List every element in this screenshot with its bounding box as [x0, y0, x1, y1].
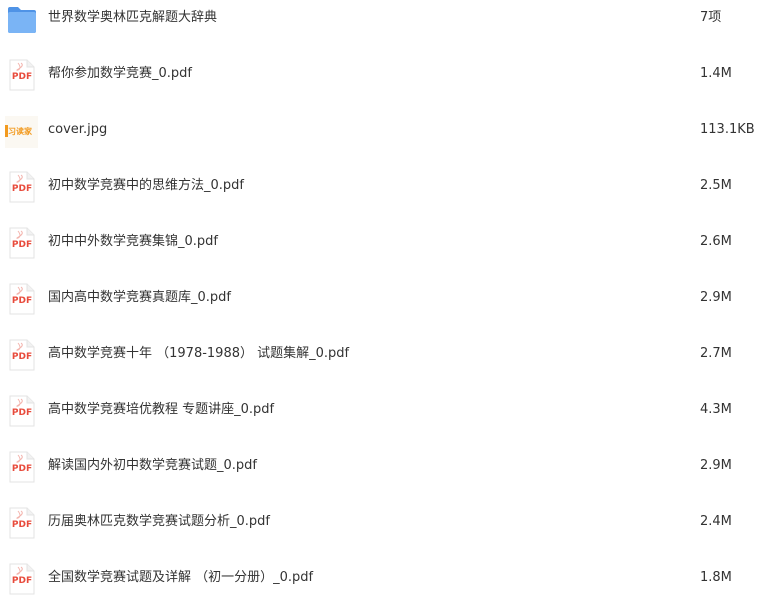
pdf-icon: PDF [7, 451, 37, 485]
file-name[interactable]: 全国数学竞赛试题及详解 （初一分册）_0.pdf [48, 569, 313, 587]
file-name[interactable]: 高中数学竞赛培优教程 专题讲座_0.pdf [48, 401, 274, 419]
file-size: 2.9M [700, 290, 732, 305]
pdf-icon: PDF [7, 339, 37, 373]
file-name[interactable]: 初中中外数学竞赛集锦_0.pdf [48, 233, 218, 251]
file-list: 世界数学奥林匹克解题大辞典 7项 PDF 帮你参加数学竞赛_0.pdf 1.4M… [0, 0, 782, 606]
file-row[interactable]: PDF 高中数学竞赛培优教程 专题讲座_0.pdf 4.3M [0, 382, 782, 438]
pdf-icon: PDF [7, 563, 37, 597]
image-thumbnail: 习读家 [5, 116, 38, 148]
file-row[interactable]: PDF 解读国内外初中数学竞赛试题_0.pdf 2.9M [0, 438, 782, 494]
file-row[interactable]: PDF 历届奥林匹克数学竞赛试题分析_0.pdf 2.4M [0, 494, 782, 550]
file-name[interactable]: 解读国内外初中数学竞赛试题_0.pdf [48, 457, 257, 475]
pdf-icon: PDF [7, 395, 37, 429]
pdf-label: PDF [11, 464, 33, 474]
file-size: 2.9M [700, 458, 732, 473]
file-size: 7项 [700, 10, 722, 25]
folder-icon [7, 3, 37, 37]
pdf-icon: PDF [7, 283, 37, 317]
pdf-label: PDF [11, 352, 33, 362]
file-size: 2.4M [700, 514, 732, 529]
file-row[interactable]: 世界数学奥林匹克解题大辞典 7项 [0, 0, 782, 46]
file-row[interactable]: PDF 全国数学竞赛试题及详解 （初一分册）_0.pdf 1.8M [0, 550, 782, 606]
file-row[interactable]: PDF 高中数学竞赛十年 （1978-1988） 试题集解_0.pdf 2.7M [0, 326, 782, 382]
file-name[interactable]: cover.jpg [48, 121, 107, 139]
file-name[interactable]: 帮你参加数学竞赛_0.pdf [48, 65, 192, 83]
pdf-label: PDF [11, 408, 33, 418]
file-row[interactable]: PDF 国内高中数学竞赛真题库_0.pdf 2.9M [0, 270, 782, 326]
pdf-label: PDF [11, 296, 33, 306]
pdf-icon: PDF [7, 171, 37, 205]
file-size: 1.4M [700, 66, 732, 81]
file-row[interactable]: 习读家 cover.jpg 113.1KB [0, 102, 782, 158]
file-name[interactable]: 世界数学奥林匹克解题大辞典 [48, 9, 217, 27]
pdf-label: PDF [11, 72, 33, 82]
pdf-label: PDF [11, 520, 33, 530]
file-size: 2.7M [700, 346, 732, 361]
file-row[interactable]: PDF 初中中外数学竞赛集锦_0.pdf 2.6M [0, 214, 782, 270]
file-size: 2.5M [700, 178, 732, 193]
pdf-icon: PDF [7, 507, 37, 541]
pdf-icon: PDF [7, 59, 37, 93]
file-size: 4.3M [700, 402, 732, 417]
file-size: 1.8M [700, 570, 732, 585]
file-row[interactable]: PDF 帮你参加数学竞赛_0.pdf 1.4M [0, 46, 782, 102]
file-size: 2.6M [700, 234, 732, 249]
file-name[interactable]: 历届奥林匹克数学竞赛试题分析_0.pdf [48, 513, 270, 531]
pdf-label: PDF [11, 576, 33, 586]
file-row[interactable]: PDF 初中数学竞赛中的思维方法_0.pdf 2.5M [0, 158, 782, 214]
file-name[interactable]: 初中数学竞赛中的思维方法_0.pdf [48, 177, 244, 195]
pdf-label: PDF [11, 184, 33, 194]
file-size: 113.1KB [700, 122, 755, 137]
pdf-label: PDF [11, 240, 33, 250]
thumbnail-text: 习读家 [8, 127, 32, 136]
file-name[interactable]: 国内高中数学竞赛真题库_0.pdf [48, 289, 231, 307]
pdf-icon: PDF [7, 227, 37, 261]
file-name[interactable]: 高中数学竞赛十年 （1978-1988） 试题集解_0.pdf [48, 345, 349, 363]
